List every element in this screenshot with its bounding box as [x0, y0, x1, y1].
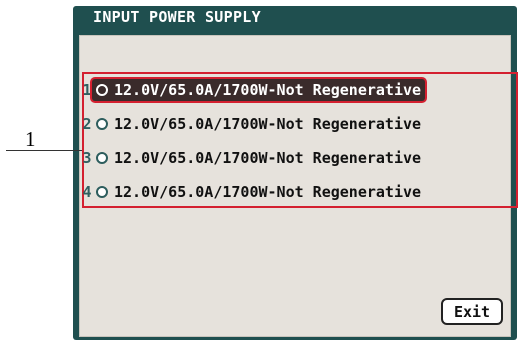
option-body[interactable]: 12.0V/65.0A/1700W-Not Regenerative — [92, 113, 425, 135]
option-label: 12.0V/65.0A/1700W-Not Regenerative — [114, 81, 422, 99]
option-label: 12.0V/65.0A/1700W-Not Regenerative — [114, 149, 422, 167]
callout-leader-line — [6, 150, 82, 151]
option-number: 4 — [82, 183, 92, 201]
option-number: 2 — [82, 115, 92, 133]
window-title: INPUT POWER SUPPLY — [93, 8, 261, 26]
option-body[interactable]: 12.0V/65.0A/1700W-Not Regenerative — [92, 181, 425, 203]
option-row-4[interactable]: 4 12.0V/65.0A/1700W-Not Regenerative — [82, 181, 518, 203]
radio-button-icon[interactable] — [96, 118, 108, 130]
option-body-selected[interactable]: 12.0V/65.0A/1700W-Not Regenerative — [92, 79, 426, 101]
callout-label: 1 — [25, 127, 36, 151]
radio-button-icon[interactable] — [96, 186, 108, 198]
option-body[interactable]: 12.0V/65.0A/1700W-Not Regenerative — [92, 147, 425, 169]
radio-button-icon[interactable] — [96, 152, 108, 164]
option-number: 3 — [82, 149, 92, 167]
option-label: 12.0V/65.0A/1700W-Not Regenerative — [114, 183, 422, 201]
option-number: 1 — [82, 81, 92, 99]
exit-button[interactable]: Exit — [441, 298, 503, 325]
option-row-3[interactable]: 3 12.0V/65.0A/1700W-Not Regenerative — [82, 147, 518, 169]
option-label: 12.0V/65.0A/1700W-Not Regenerative — [114, 115, 422, 133]
option-row-2[interactable]: 2 12.0V/65.0A/1700W-Not Regenerative — [82, 113, 518, 135]
radio-button-icon[interactable] — [96, 84, 108, 96]
option-row-1[interactable]: 1 12.0V/65.0A/1700W-Not Regenerative — [82, 79, 518, 101]
